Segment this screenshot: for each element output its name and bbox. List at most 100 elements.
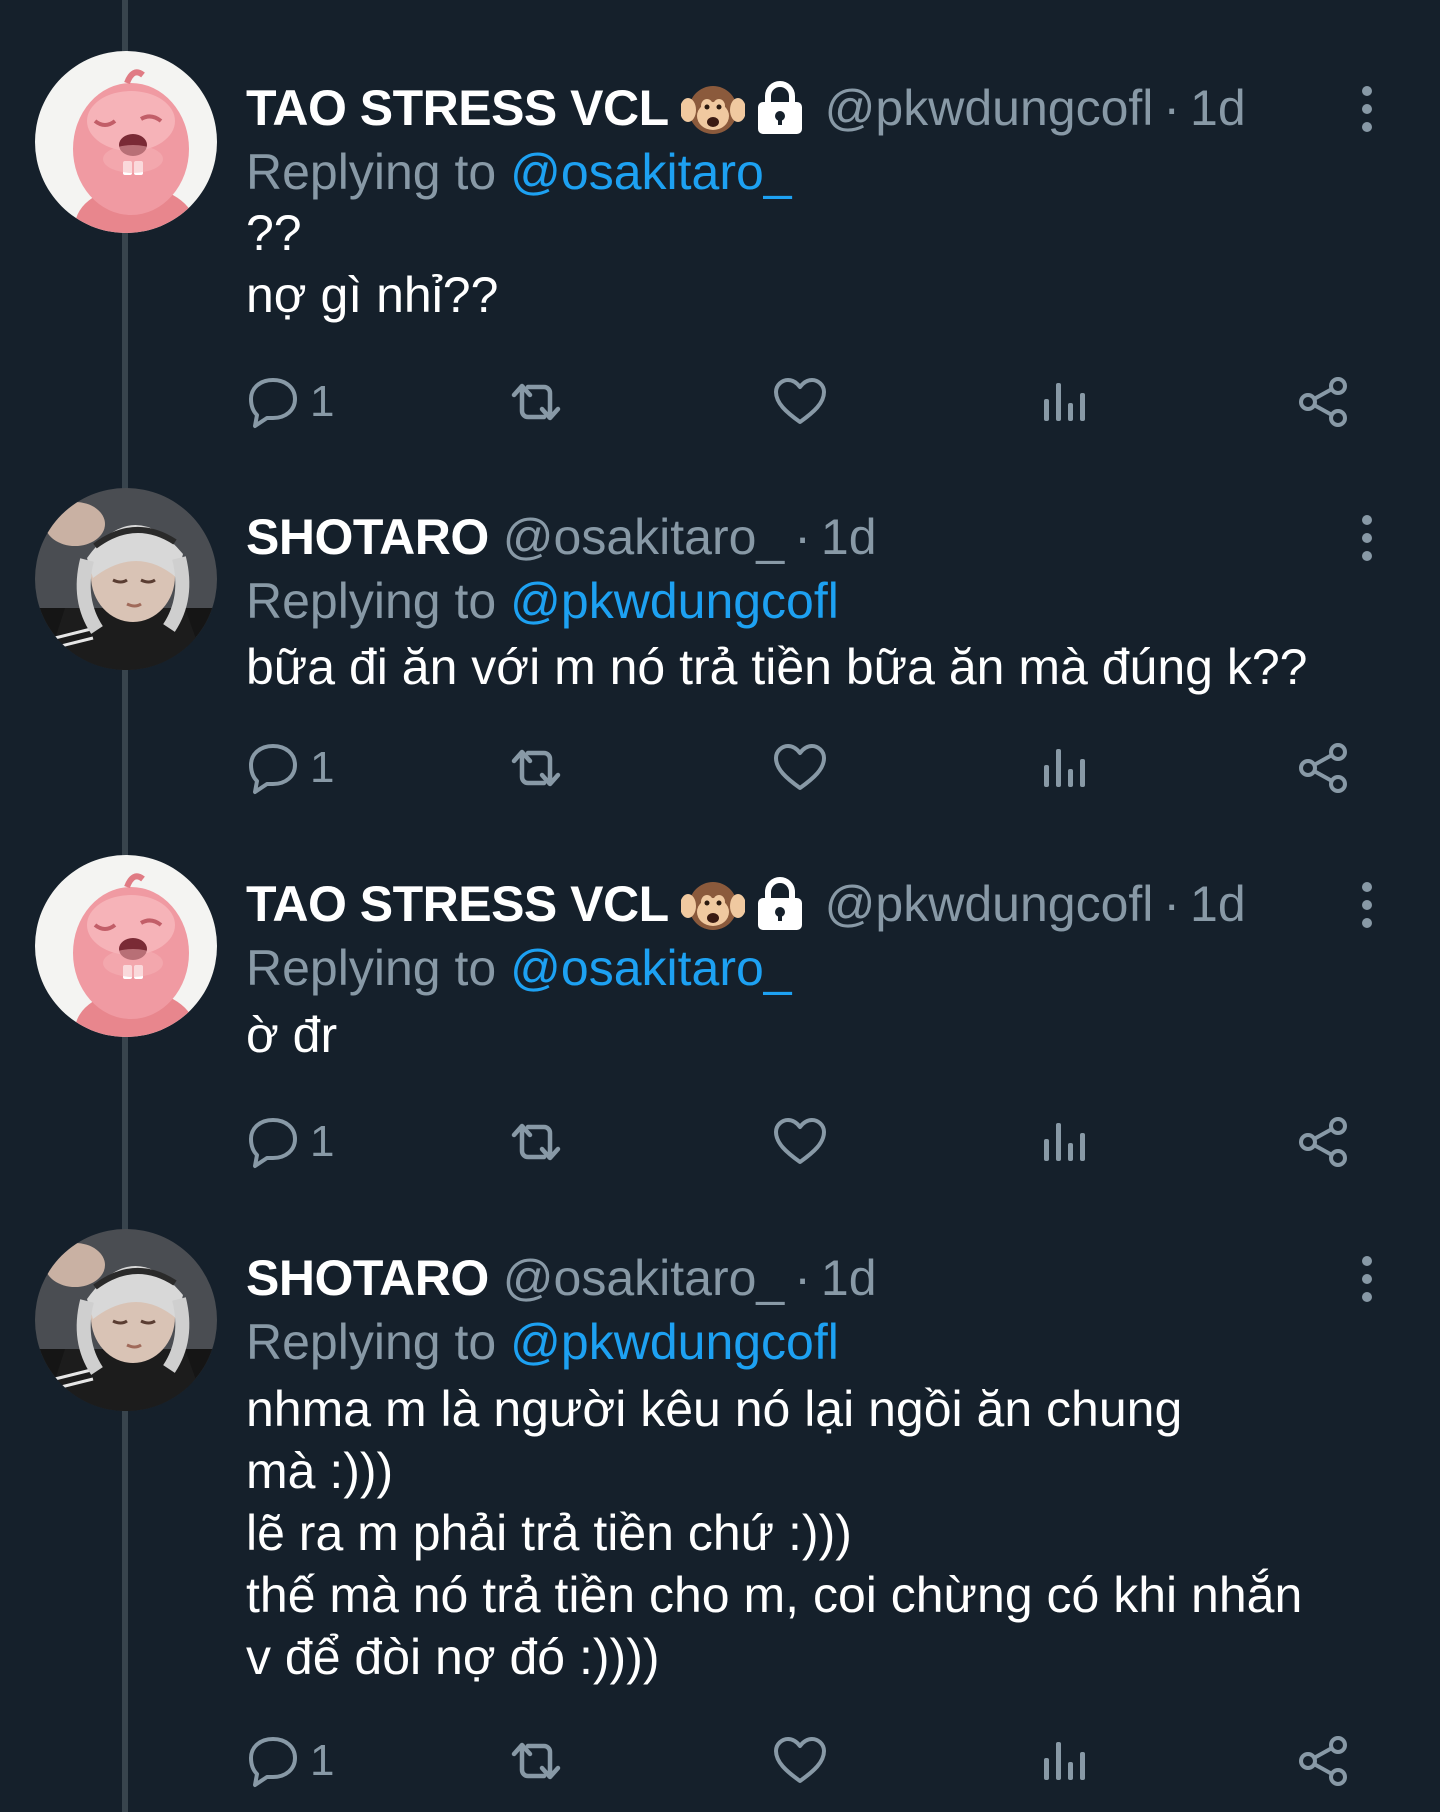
retweet-icon bbox=[506, 375, 566, 429]
reply-button[interactable]: 1 bbox=[246, 372, 334, 432]
tweet-text: ?? nợ gì nhỉ?? bbox=[246, 205, 499, 323]
user-handle[interactable]: @pkwdungcofl bbox=[825, 874, 1154, 934]
avatar[interactable] bbox=[35, 51, 217, 233]
reply-icon bbox=[246, 741, 300, 795]
display-name[interactable]: TAO STRESS VCL bbox=[246, 78, 669, 138]
tweet-text: bữa đi ăn với m nó trả tiền bữa ăn mà đú… bbox=[246, 639, 1308, 695]
replying-to-label: Replying to bbox=[246, 144, 497, 200]
tweet-header: SHOTARO @osakitaro_ · 1d bbox=[246, 1248, 877, 1308]
share-icon bbox=[1296, 1114, 1352, 1170]
display-name[interactable]: SHOTARO bbox=[246, 1248, 489, 1308]
share-icon bbox=[1296, 1733, 1352, 1789]
avatar[interactable] bbox=[35, 855, 217, 1037]
replying-to-label: Replying to bbox=[246, 573, 497, 629]
hear-no-evil-monkey-icon bbox=[681, 876, 745, 932]
reply-icon bbox=[246, 1115, 300, 1169]
lock-icon bbox=[753, 80, 807, 136]
user-handle[interactable]: @osakitaro_ bbox=[503, 1248, 784, 1308]
separator: · bbox=[1163, 876, 1181, 932]
tweet-header: TAO STRESS VCL @pkwdungcofl · 1d bbox=[246, 78, 1246, 138]
reply-count: 1 bbox=[310, 1117, 335, 1166]
share-button[interactable] bbox=[1296, 1112, 1352, 1172]
hear-no-evil-monkey-icon bbox=[681, 80, 745, 136]
more-options-icon[interactable] bbox=[1352, 84, 1382, 134]
mention-link[interactable]: @osakitaro_ bbox=[510, 144, 791, 200]
replying-to: Replying to @osakitaro_ bbox=[246, 938, 792, 998]
pink-beaver-avatar bbox=[35, 855, 217, 1037]
pink-beaver-avatar bbox=[35, 51, 217, 233]
display-name[interactable]: SHOTARO bbox=[246, 507, 489, 567]
analytics-button[interactable] bbox=[1038, 1112, 1088, 1172]
timestamp[interactable]: 1d bbox=[821, 507, 877, 567]
mention-link[interactable]: @pkwdungcofl bbox=[510, 1314, 839, 1370]
action-bar: 1 bbox=[246, 1112, 1366, 1172]
more-options-icon[interactable] bbox=[1352, 1254, 1382, 1304]
heart-icon bbox=[772, 1116, 828, 1168]
heart-icon bbox=[772, 742, 828, 794]
analytics-button[interactable] bbox=[1038, 372, 1088, 432]
reply-button[interactable]: 1 bbox=[246, 1731, 334, 1791]
timestamp[interactable]: 1d bbox=[821, 1248, 877, 1308]
retweet-button[interactable] bbox=[506, 372, 566, 432]
share-icon bbox=[1296, 374, 1352, 430]
action-bar: 1 bbox=[246, 372, 1366, 432]
lock-icon bbox=[753, 876, 807, 932]
retweet-button[interactable] bbox=[506, 1731, 566, 1791]
share-icon bbox=[1296, 740, 1352, 796]
reply-count: 1 bbox=[310, 743, 335, 792]
tweet-header: TAO STRESS VCL @pkwdungcofl · 1d bbox=[246, 874, 1246, 934]
reply-icon bbox=[246, 375, 300, 429]
user-handle[interactable]: @osakitaro_ bbox=[503, 507, 784, 567]
person-photo-avatar bbox=[35, 488, 217, 670]
like-button[interactable] bbox=[772, 372, 828, 432]
tweet-text: nhma m là người kêu nó lại ngồi ăn chung… bbox=[246, 1381, 1303, 1685]
analytics-icon bbox=[1038, 1736, 1088, 1786]
reply-count: 1 bbox=[310, 377, 335, 426]
action-bar: 1 bbox=[246, 738, 1366, 798]
replying-to-label: Replying to bbox=[246, 1314, 497, 1370]
mention-link[interactable]: @pkwdungcofl bbox=[510, 573, 839, 629]
like-button[interactable] bbox=[772, 738, 828, 798]
like-button[interactable] bbox=[772, 1731, 828, 1791]
reply-icon bbox=[246, 1734, 300, 1788]
reply-button[interactable]: 1 bbox=[246, 1112, 334, 1172]
analytics-icon bbox=[1038, 743, 1088, 793]
more-options-icon[interactable] bbox=[1352, 880, 1382, 930]
replying-to: Replying to @pkwdungcofl bbox=[246, 1312, 839, 1372]
share-button[interactable] bbox=[1296, 738, 1352, 798]
avatar[interactable] bbox=[35, 488, 217, 670]
tweet-header: SHOTARO @osakitaro_ · 1d bbox=[246, 507, 877, 567]
retweet-button[interactable] bbox=[506, 738, 566, 798]
analytics-button[interactable] bbox=[1038, 738, 1088, 798]
share-button[interactable] bbox=[1296, 1731, 1352, 1791]
replying-to: Replying to @pkwdungcofl bbox=[246, 571, 839, 631]
user-handle[interactable]: @pkwdungcofl bbox=[825, 78, 1154, 138]
retweet-icon bbox=[506, 741, 566, 795]
like-button[interactable] bbox=[772, 1112, 828, 1172]
person-photo-avatar bbox=[35, 1229, 217, 1411]
avatar[interactable] bbox=[35, 1229, 217, 1411]
share-button[interactable] bbox=[1296, 372, 1352, 432]
timestamp[interactable]: 1d bbox=[1190, 78, 1246, 138]
separator: · bbox=[794, 509, 811, 565]
reply-count: 1 bbox=[310, 1736, 335, 1785]
analytics-icon bbox=[1038, 1117, 1088, 1167]
retweet-icon bbox=[506, 1115, 566, 1169]
separator: · bbox=[794, 1250, 811, 1306]
heart-icon bbox=[772, 376, 828, 428]
retweet-button[interactable] bbox=[506, 1112, 566, 1172]
separator: · bbox=[1163, 80, 1181, 136]
retweet-icon bbox=[506, 1734, 566, 1788]
timestamp[interactable]: 1d bbox=[1190, 874, 1246, 934]
replying-to-label: Replying to bbox=[246, 940, 497, 996]
analytics-button[interactable] bbox=[1038, 1731, 1088, 1791]
replying-to: Replying to @osakitaro_ bbox=[246, 142, 792, 202]
action-bar: 1 bbox=[246, 1731, 1366, 1791]
display-name[interactable]: TAO STRESS VCL bbox=[246, 874, 669, 934]
mention-link[interactable]: @osakitaro_ bbox=[510, 940, 791, 996]
analytics-icon bbox=[1038, 377, 1088, 427]
tweet-text: ờ đr bbox=[246, 1007, 338, 1063]
reply-button[interactable]: 1 bbox=[246, 738, 334, 798]
heart-icon bbox=[772, 1735, 828, 1787]
more-options-icon[interactable] bbox=[1352, 513, 1382, 563]
